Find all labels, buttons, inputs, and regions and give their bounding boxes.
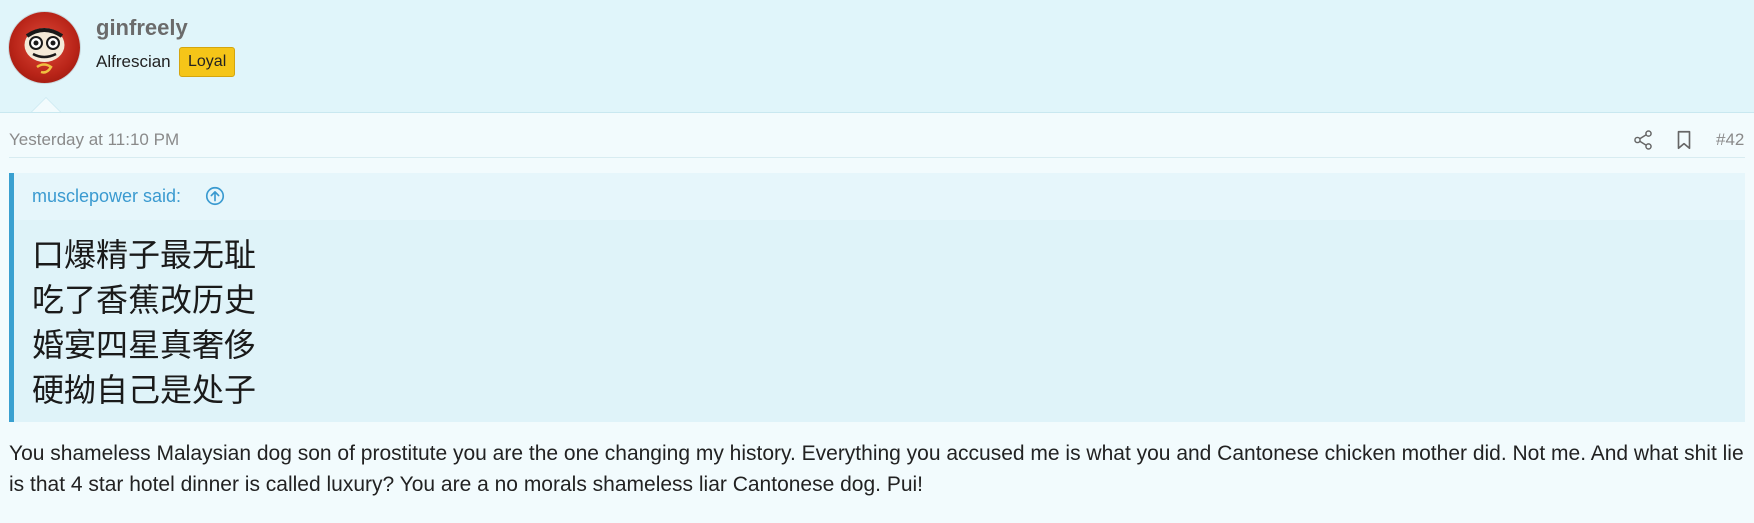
quote-line: 婚宴四星真奢侈 (32, 326, 257, 364)
quote-line: 口爆精子最无耻 (32, 236, 257, 274)
arrow-up-circle-icon[interactable] (204, 185, 226, 207)
post-body: You shameless Malaysian dog son of prost… (9, 442, 1744, 496)
quote-line: 硬拗自己是处子 (32, 371, 257, 409)
post-timestamp[interactable]: Yesterday at 11:10 PM (9, 130, 179, 150)
username[interactable]: ginfreely (96, 15, 188, 41)
quote-header[interactable]: musclepower said: (14, 173, 1745, 220)
quote-line: 吃了香蕉改历史 (32, 281, 257, 319)
share-icon[interactable] (1632, 129, 1654, 151)
post-user-header: ginfreely Alfrescian Loyal (0, 0, 1754, 113)
meta-divider (9, 157, 1745, 158)
quote-content: 口爆精子最无耻 吃了香蕉改历史 婚宴四星真奢侈 硬拗自己是处子 (32, 233, 256, 413)
user-badge: Loyal (179, 47, 236, 77)
avatar[interactable] (9, 12, 80, 83)
quote-author[interactable]: musclepower said: (32, 186, 181, 207)
user-arrow (32, 98, 60, 112)
quote-block: musclepower said: 口爆精子最无耻 吃了香蕉改历史 婚宴四星真奢… (9, 173, 1745, 422)
user-title: Alfrescian (96, 52, 171, 71)
post-number-link[interactable]: #42 (1716, 130, 1744, 150)
daruma-doll-icon (24, 28, 65, 74)
bookmark-icon[interactable] (1673, 129, 1695, 151)
